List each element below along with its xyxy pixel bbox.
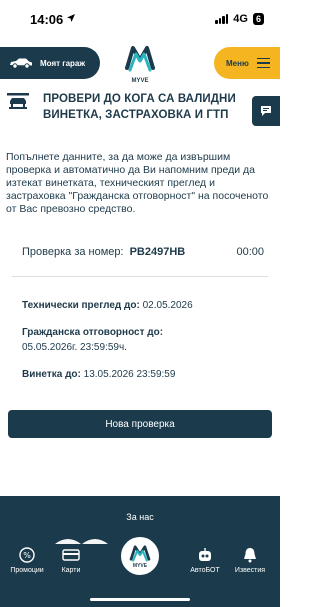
bell-icon xyxy=(244,548,256,563)
myve-logo-icon xyxy=(125,46,155,72)
page-header: ПРОВЕРИ ДО КОГА СА ВАЛИДНИ ВИНЕТКА, ЗАСТ… xyxy=(6,88,280,144)
robot-icon xyxy=(199,548,211,561)
result-value: 13.05.2026 23:59:59 xyxy=(83,369,176,380)
car-icon xyxy=(10,58,32,69)
status-indicators: 4G 6 xyxy=(215,13,264,25)
logo-text: MYVE xyxy=(131,78,149,84)
promo-icon: % xyxy=(19,547,35,563)
menu-button[interactable]: Меню xyxy=(214,47,280,79)
status-bar: 14:06 4G 6 xyxy=(0,0,280,38)
my-garage-label: Моят гараж xyxy=(40,58,86,68)
result-label: Винетка до: xyxy=(22,369,81,380)
divider xyxy=(12,276,268,277)
nav-item-autobot[interactable]: АвтоБОТ xyxy=(180,547,230,574)
nav-item-notifications[interactable]: Известия xyxy=(225,547,275,574)
nav-item-home[interactable]: MYVE xyxy=(118,534,162,578)
nav-label: Карти xyxy=(61,567,81,574)
car-lift-icon xyxy=(7,93,29,109)
nav-label: Известия xyxy=(234,567,266,574)
chat-icon xyxy=(261,106,271,116)
result-label: Технически преглед до: xyxy=(22,300,140,311)
result-label: Гражданска отговорност до: xyxy=(22,327,164,338)
page-title: ПРОВЕРИ ДО КОГА СА ВАЛИДНИ ВИНЕТКА, ЗАСТ… xyxy=(43,91,253,123)
bottom-nav: % Промоции Карти MYVE АвтоБОТ Известия xyxy=(0,534,280,607)
my-garage-button[interactable]: Моят гараж xyxy=(0,47,100,79)
network-type: 4G xyxy=(233,13,248,25)
menu-label: Меню xyxy=(226,58,249,68)
new-check-button[interactable]: Нова проверка xyxy=(8,410,272,438)
about-link[interactable]: За нас xyxy=(0,512,280,522)
nav-label: АвтоБОТ xyxy=(190,567,220,574)
hamburger-icon xyxy=(256,57,270,69)
chat-button[interactable] xyxy=(252,96,280,126)
svg-text:%: % xyxy=(23,551,31,560)
result-value: 02.05.2026 xyxy=(142,300,193,311)
top-nav: Моят гараж MYVE Меню xyxy=(0,44,280,84)
battery-icon: 6 xyxy=(252,13,264,25)
result-value: 05.05.2026г. 23:59:59ч. xyxy=(22,342,127,353)
card-icon xyxy=(62,549,80,561)
results-list: Технически преглед до: 02.05.2026 Гражда… xyxy=(22,298,267,394)
check-label: Проверка за номер: xyxy=(22,246,124,258)
myve-logo[interactable]: MYVE xyxy=(124,44,156,84)
status-time: 14:06 xyxy=(30,12,64,27)
location-arrow-icon xyxy=(67,14,75,22)
nav-label: Промоции xyxy=(10,567,44,574)
nav-item-promotions[interactable]: % Промоции xyxy=(2,547,52,574)
result-liability: Гражданска отговорност до: 05.05.2026г. … xyxy=(22,325,267,355)
page-title-line1: ПРОВЕРИ ДО КОГА СА ВАЛИДНИ xyxy=(43,93,236,105)
nav-label: MYVE xyxy=(132,562,148,569)
check-line: Проверка за номер: PB2497HB 00:00 xyxy=(22,246,264,258)
page-title-line2: ВИНЕТКА, ЗАСТРАХОВКА И ГТП xyxy=(43,109,229,121)
result-inspection: Технически преглед до: 02.05.2026 xyxy=(22,298,267,313)
plate-number: PB2497HB xyxy=(129,246,186,258)
check-timer: 00:00 xyxy=(236,246,264,258)
result-vignette: Винетка до: 13.05.2026 23:59:59 xyxy=(22,367,267,382)
myve-logo-icon xyxy=(129,544,151,562)
home-indicator xyxy=(90,598,190,601)
nav-item-cards[interactable]: Карти xyxy=(46,547,96,574)
intro-text: Попълнете данните, за да може да извърши… xyxy=(6,151,269,215)
signal-icon xyxy=(215,14,229,24)
